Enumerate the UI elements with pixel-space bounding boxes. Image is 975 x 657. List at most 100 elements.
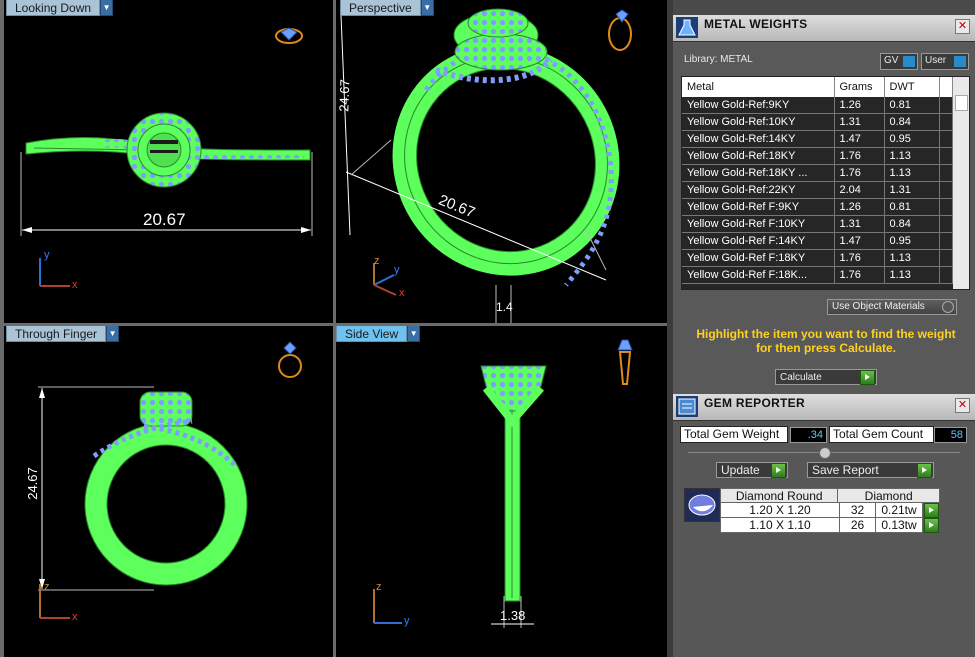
total-gem-count-value: 58 bbox=[934, 427, 967, 443]
viewport-looking-down[interactable]: Looking Down ▼ 20.67 y x bbox=[4, 0, 333, 323]
ring-wireframe-top bbox=[20, 27, 313, 287]
splitter-handle-icon[interactable] bbox=[819, 447, 831, 459]
total-gem-weight-value: .34 bbox=[790, 427, 827, 443]
viewport-through-finger[interactable]: Through Finger ▼ 24.67 z x bbox=[4, 326, 333, 657]
vertical-scrollbar[interactable] bbox=[953, 77, 969, 289]
gem-reporter-header: GEM REPORTER ✕ bbox=[673, 394, 975, 421]
metal-table-row[interactable]: Yellow Gold-Ref:9KY 1.26 0.81 bbox=[682, 97, 953, 114]
column-header-metal[interactable]: Metal bbox=[682, 77, 835, 97]
calculate-button[interactable]: Calculate bbox=[775, 369, 877, 385]
viewport-label: Looking Down bbox=[6, 0, 101, 16]
viewport-tab-through-finger[interactable]: Through Finger ▼ bbox=[6, 326, 120, 342]
metal-table-row[interactable]: Yellow Gold-Ref F:18K... 1.76 1.13 bbox=[682, 266, 953, 284]
user-toggle[interactable]: User bbox=[921, 53, 969, 70]
ring-wireframe-perspective bbox=[340, 8, 632, 323]
flask-icon bbox=[676, 17, 698, 38]
metal-table-row[interactable]: Yellow Gold-Ref:10KY 1.31 0.84 bbox=[682, 113, 953, 131]
cell-grams: 1.76 bbox=[834, 266, 885, 284]
instruction-text: Highlight the item you want to find the … bbox=[696, 327, 956, 355]
metal-table-row[interactable]: Yellow Gold-Ref:22KY 2.04 1.31 bbox=[682, 181, 953, 199]
axis-x-label: x bbox=[72, 279, 78, 291]
column-header-dwt[interactable]: DWT bbox=[884, 77, 940, 97]
gem-thumbnail[interactable] bbox=[684, 488, 720, 522]
metal-table-row[interactable]: Yellow Gold-Ref F:10KY 1.31 0.84 bbox=[682, 215, 953, 233]
gv-toggle[interactable]: GV bbox=[880, 53, 918, 70]
cell-grams: 1.47 bbox=[834, 232, 885, 250]
chevron-down-icon[interactable]: ▼ bbox=[100, 0, 114, 16]
cell-metal: Yellow Gold-Ref:10KY bbox=[682, 113, 835, 131]
play-icon bbox=[917, 463, 932, 478]
viewport-label: Perspective bbox=[340, 0, 421, 16]
cell-dwt: 0.81 bbox=[884, 198, 940, 216]
cell-dwt: 1.13 bbox=[884, 164, 940, 182]
gem-weight: 0.21tw bbox=[876, 503, 923, 518]
cell-metal: Yellow Gold-Ref F:18KY bbox=[682, 249, 835, 267]
cell-metal: Yellow Gold-Ref:9KY bbox=[682, 97, 835, 114]
cell-dwt: 1.13 bbox=[884, 249, 940, 267]
use-object-materials-label: Use Object Materials bbox=[832, 301, 925, 312]
metal-table-header: Metal Grams DWT bbox=[682, 77, 953, 97]
play-icon bbox=[860, 370, 875, 385]
dimension-label: 24.67 bbox=[24, 467, 40, 500]
cell-grams: 1.47 bbox=[834, 130, 885, 148]
viewport-perspective[interactable]: Perspective ▼ 24.67 20.67 1.4 z y x bbox=[336, 0, 667, 323]
gem-detail-button[interactable] bbox=[924, 518, 939, 533]
viewport-tab-perspective[interactable]: Perspective ▼ bbox=[340, 0, 434, 16]
use-object-materials-checkbox[interactable]: Use Object Materials bbox=[827, 299, 957, 315]
cell-metal: Yellow Gold-Ref:18KY bbox=[682, 147, 835, 165]
save-report-button[interactable]: Save Report bbox=[807, 462, 934, 478]
save-report-label: Save Report bbox=[812, 463, 879, 477]
dimension-label-c: 1.4 bbox=[496, 300, 513, 314]
cell-dwt: 0.95 bbox=[884, 232, 940, 250]
cell-dwt: 0.84 bbox=[884, 215, 940, 233]
library-label: Library: METAL bbox=[684, 54, 753, 65]
library-value: METAL bbox=[720, 54, 753, 65]
metal-table-row[interactable]: Yellow Gold-Ref:18KY 1.76 1.13 bbox=[682, 147, 953, 165]
cell-grams: 1.76 bbox=[834, 147, 885, 165]
round-diamond-icon bbox=[685, 489, 719, 521]
viewport-tab-side-view[interactable]: Side View ▼ bbox=[336, 326, 421, 342]
metal-table-row[interactable]: Yellow Gold-Ref F:18KY 1.76 1.13 bbox=[682, 249, 953, 267]
close-icon[interactable]: ✕ bbox=[955, 398, 970, 413]
gem-table-header: Diamond Round Diamond bbox=[720, 488, 940, 503]
metal-table-container: Metal Grams DWT Yellow Gold-Ref:9KY 1.26 0… bbox=[681, 76, 970, 290]
cell-grams: 2.04 bbox=[834, 181, 885, 199]
axis-x-label: x bbox=[399, 287, 405, 299]
gem-row[interactable]: 1.10 X 1.10 26 0.13tw bbox=[720, 518, 940, 533]
cell-grams: 1.26 bbox=[834, 198, 885, 216]
gem-row[interactable]: 1.20 X 1.20 32 0.21tw bbox=[720, 503, 940, 518]
gem-type-header: Diamond bbox=[838, 488, 940, 503]
chevron-down-icon[interactable]: ▼ bbox=[420, 0, 434, 16]
chevron-down-icon[interactable]: ▼ bbox=[106, 326, 120, 342]
viewport-tab-looking-down[interactable]: Looking Down ▼ bbox=[6, 0, 114, 16]
gem-detail-button[interactable] bbox=[924, 503, 939, 518]
axis-x-label: x bbox=[72, 611, 78, 623]
cell-dwt: 1.13 bbox=[884, 147, 940, 165]
scrollbar-thumb[interactable] bbox=[955, 95, 968, 111]
viewport-side-view[interactable]: Side View ▼ 1.38 z y bbox=[336, 326, 667, 657]
metal-weights-header: METAL WEIGHTS ✕ bbox=[673, 15, 975, 42]
play-icon bbox=[771, 463, 786, 478]
metal-table-row[interactable]: Yellow Gold-Ref F:14KY 1.47 0.95 bbox=[682, 232, 953, 250]
panel-title: GEM REPORTER bbox=[704, 396, 805, 410]
gem-size: 1.10 X 1.10 bbox=[720, 518, 840, 533]
update-button[interactable]: Update bbox=[716, 462, 788, 478]
column-header-grams[interactable]: Grams bbox=[834, 77, 885, 97]
metal-table-row[interactable]: Yellow Gold-Ref:14KY 1.47 0.95 bbox=[682, 130, 953, 148]
cell-grams: 1.26 bbox=[834, 97, 885, 114]
panel-top-strip bbox=[673, 0, 975, 15]
cell-metal: Yellow Gold-Ref:18KY ... bbox=[682, 164, 835, 182]
dimension-label: 1.38 bbox=[500, 608, 526, 623]
metal-table-row[interactable]: Yellow Gold-Ref F:9KY 1.26 0.81 bbox=[682, 198, 953, 216]
gem-count: 32 bbox=[840, 503, 876, 518]
axis-y-label: y bbox=[404, 615, 410, 627]
cell-grams: 1.76 bbox=[834, 164, 885, 182]
chevron-down-icon[interactable]: ▼ bbox=[407, 326, 421, 342]
close-icon[interactable]: ✕ bbox=[955, 19, 970, 34]
gem-reporter-panel: GEM REPORTER ✕ Total Gem Weight .34 Tota… bbox=[673, 394, 975, 657]
gem-shape-header: Diamond Round bbox=[720, 488, 839, 503]
dimension-label-a: 24.67 bbox=[336, 78, 353, 113]
cell-metal: Yellow Gold-Ref F:9KY bbox=[682, 198, 835, 216]
metal-table-row[interactable]: Yellow Gold-Ref:18KY ... 1.76 1.13 bbox=[682, 164, 953, 182]
cell-dwt: 0.81 bbox=[884, 97, 940, 114]
